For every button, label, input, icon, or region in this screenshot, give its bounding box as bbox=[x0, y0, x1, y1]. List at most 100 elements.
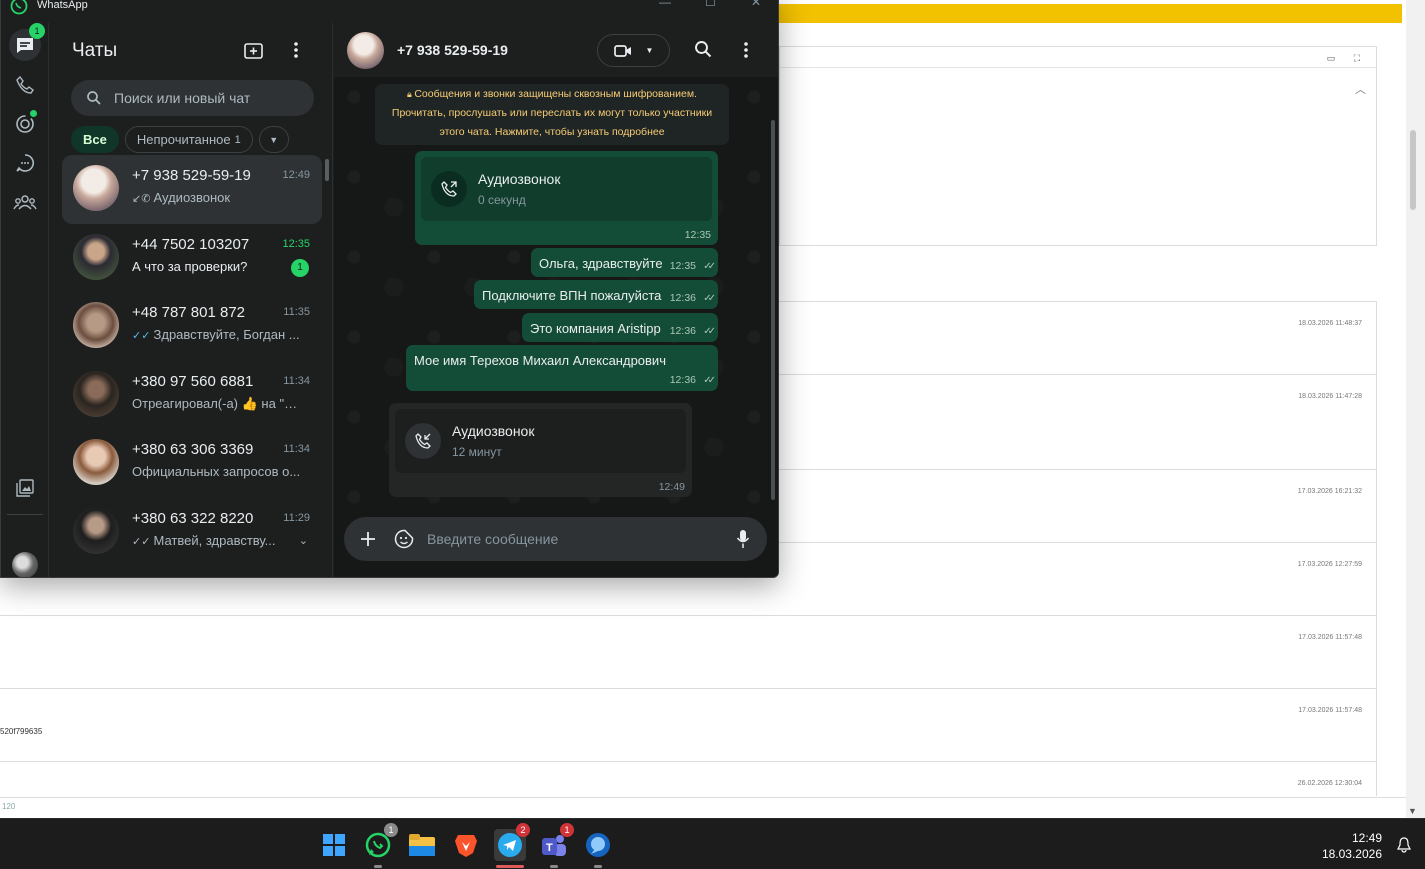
communities-icon bbox=[13, 195, 37, 210]
list-item[interactable]: 26.02.2026 12:30:04 bbox=[0, 761, 1377, 796]
menu-kebab-icon[interactable] bbox=[294, 41, 298, 59]
teams-icon: T bbox=[542, 835, 566, 856]
new-chat-icon[interactable] bbox=[244, 41, 264, 59]
search-icon bbox=[87, 91, 101, 105]
telegram-icon bbox=[498, 833, 522, 857]
incoming-call-message[interactable]: Аудиозвонок 12 минут 12:49 bbox=[389, 403, 692, 497]
rail-calls[interactable] bbox=[9, 69, 41, 101]
rail-status[interactable] bbox=[9, 108, 41, 140]
list-item[interactable]: 17.03.2026 11:57:48 520f799635 bbox=[0, 688, 1377, 761]
video-call-button[interactable]: ▼ bbox=[597, 34, 670, 67]
chat-item[interactable]: +380 63 322 8220 11:29 ✓✓ Матвей, здравс… bbox=[62, 498, 322, 567]
rail-channels[interactable] bbox=[9, 147, 41, 179]
rail-communities[interactable] bbox=[9, 186, 41, 218]
brave-lion-icon bbox=[455, 835, 477, 857]
media-gallery-icon bbox=[16, 479, 34, 497]
double-check-icon: ✓✓ bbox=[703, 375, 716, 386]
incoming-call-icon bbox=[405, 423, 441, 459]
close-button[interactable]: ✕ bbox=[751, 0, 761, 9]
menu-kebab-icon[interactable] bbox=[744, 41, 748, 59]
whatsapp-window: WhatsApp — ☐ ✕ 1 Чаты Поиск или новый ча… bbox=[0, 0, 779, 578]
unread-badge: 1 bbox=[291, 258, 309, 277]
panel-tools-icons[interactable]: ▭ ⛶ bbox=[1327, 53, 1368, 64]
search-placeholder: Поиск или новый чат bbox=[114, 90, 251, 106]
chats-badge: 1 bbox=[29, 23, 45, 39]
minimize-button[interactable]: — bbox=[659, 0, 671, 9]
window-titlebar[interactable]: WhatsApp — ☐ ✕ bbox=[1, 0, 778, 23]
window-title: WhatsApp bbox=[37, 0, 88, 11]
outgoing-message[interactable]: Подключите ВПН пожалуйста 12:36 ✓✓ bbox=[474, 280, 718, 309]
contact-name: +7 938 529-59-19 bbox=[397, 42, 508, 58]
double-check-icon: ✓✓ bbox=[132, 330, 154, 342]
outgoing-message[interactable]: Ольга, здравствуйте 12:35 ✓✓ bbox=[531, 248, 718, 277]
notification-bell-icon[interactable] bbox=[1397, 837, 1411, 858]
microphone-icon[interactable] bbox=[736, 529, 750, 549]
chat-filters: Все Непрочитанное 1 ▼ bbox=[71, 126, 289, 153]
chat-item[interactable]: +48 787 801 872 11:35 ✓✓ Здравствуйте, Б… bbox=[62, 292, 322, 361]
double-check-icon: ✓✓ bbox=[132, 535, 154, 548]
chat-bubble-app-icon bbox=[586, 833, 610, 857]
double-check-icon: ✓✓ bbox=[703, 326, 716, 337]
status-icon bbox=[16, 115, 34, 133]
taskbar-whatsapp[interactable]: 1 bbox=[362, 823, 398, 868]
nav-rail: 1 bbox=[1, 23, 49, 577]
system-clock[interactable]: 12:49 18.03.2026 bbox=[1322, 830, 1382, 862]
outgoing-message[interactable]: Мое имя Терехов Михаил Александрович 12:… bbox=[406, 345, 718, 391]
phone-icon bbox=[16, 76, 34, 94]
content-panel: ▭ ⛶ ︿ bbox=[779, 46, 1377, 246]
svg-text:T: T bbox=[546, 842, 553, 854]
filter-more-button[interactable]: ▼ bbox=[258, 126, 289, 153]
filter-all[interactable]: Все bbox=[71, 126, 119, 153]
chat-items: +7 938 529-59-19 12:49 ↙✆ Аудиозвонок +4… bbox=[62, 155, 322, 566]
chat-options-chevron-icon[interactable]: ⌄ bbox=[299, 534, 308, 547]
encryption-notice[interactable]: 🔒︎ Сообщения и звонки защищены сквозным … bbox=[375, 84, 729, 145]
start-button[interactable] bbox=[318, 829, 350, 861]
chat-list-panel: Чаты Поиск или новый чат Все Непрочитанн… bbox=[49, 23, 333, 577]
chevron-down-icon: ▼ bbox=[645, 46, 654, 55]
page-scrollbar[interactable]: ▼ bbox=[1406, 0, 1425, 818]
outgoing-message[interactable]: Это компания Aristipp 12:36 ✓✓ bbox=[522, 313, 718, 342]
plus-icon[interactable] bbox=[360, 531, 376, 547]
telegram-badge: 2 bbox=[516, 823, 530, 837]
taskbar-brave[interactable] bbox=[450, 829, 482, 861]
sticker-emoji-icon[interactable] bbox=[394, 529, 414, 549]
whatsapp-logo-icon bbox=[10, 0, 28, 15]
teams-badge: 1 bbox=[560, 823, 574, 837]
contact-avatar[interactable] bbox=[347, 32, 384, 69]
taskbar-telegram[interactable]: 2 bbox=[494, 823, 530, 868]
search-input[interactable]: Поиск или новый чат bbox=[71, 80, 314, 116]
incoming-call-icon: ↙✆ bbox=[132, 193, 154, 205]
collapse-chevron-icon[interactable]: ︿ bbox=[1355, 81, 1366, 97]
scroll-down-arrow-icon[interactable]: ▼ bbox=[1408, 806, 1417, 816]
channels-icon bbox=[16, 154, 34, 172]
maximize-button[interactable]: ☐ bbox=[705, 0, 716, 9]
double-check-icon: ✓✓ bbox=[703, 261, 716, 272]
taskbar-file-explorer[interactable] bbox=[406, 829, 438, 861]
message-area: 🔒︎ Сообщения и звонки защищены сквозным … bbox=[334, 77, 778, 509]
chevron-down-icon: ▼ bbox=[269, 134, 279, 145]
page-footer: 120 bbox=[0, 797, 1410, 817]
chat-item[interactable]: +380 63 306 3369 11:34 Официальных запро… bbox=[62, 429, 322, 498]
search-icon[interactable] bbox=[694, 40, 712, 58]
conversation-scrollbar[interactable] bbox=[771, 120, 775, 500]
list-item[interactable]: 17.03.2026 11:57:48 bbox=[0, 615, 1377, 688]
message-composer[interactable]: Введите сообщение bbox=[344, 517, 767, 561]
whatsapp-badge: 1 bbox=[384, 823, 398, 837]
filter-unread[interactable]: Непрочитанное 1 bbox=[124, 126, 253, 153]
chat-list-scrollbar[interactable] bbox=[325, 155, 329, 565]
chats-icon bbox=[17, 38, 33, 53]
chat-item[interactable]: +44 7502 103207 12:35 А что за проверки?… bbox=[62, 224, 322, 293]
taskbar-teams[interactable]: T 1 bbox=[538, 823, 574, 868]
contact-avatar bbox=[73, 165, 119, 211]
outgoing-call-message[interactable]: Аудиозвонок 0 секунд 12:35 bbox=[415, 151, 718, 245]
profile-avatar[interactable] bbox=[12, 552, 38, 577]
conversation-header[interactable]: +7 938 529-59-19 ▼ bbox=[334, 23, 778, 77]
taskbar-app[interactable] bbox=[582, 829, 614, 868]
rail-chats[interactable]: 1 bbox=[9, 23, 45, 61]
chat-item[interactable]: +380 97 560 6881 11:34 Отреагировал(-а) … bbox=[62, 361, 322, 430]
windows-taskbar: 1 2 T 1 12:49 18.03.2026 bbox=[0, 818, 1425, 869]
chat-item[interactable]: +7 938 529-59-19 12:49 ↙✆ Аудиозвонок bbox=[62, 155, 322, 224]
contact-avatar bbox=[73, 233, 119, 280]
message-input[interactable]: Введите сообщение bbox=[427, 531, 558, 547]
rail-media[interactable] bbox=[9, 472, 41, 504]
